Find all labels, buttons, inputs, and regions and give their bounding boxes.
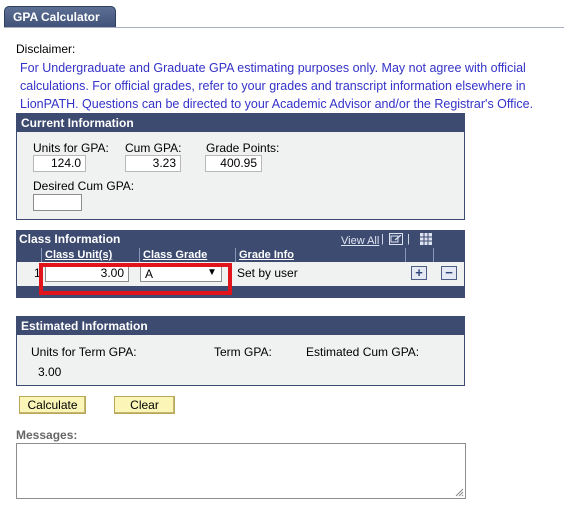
column-header-class-units[interactable]: Class Unit(s) — [41, 248, 139, 262]
column-header-row: Class Unit(s) Class Grade Grade Info — [17, 248, 464, 262]
desired-cum-gpa-label: Desired Cum GPA: — [33, 179, 135, 193]
grade-info-text: Set by user — [237, 266, 298, 280]
column-header-grade-info[interactable]: Grade Info — [235, 248, 405, 262]
disclaimer-line: LionPATH. Questions can be directed to y… — [20, 97, 534, 111]
desired-cum-gpa-input[interactable] — [33, 194, 82, 211]
view-all-link[interactable]: View All — [341, 235, 379, 247]
messages-textarea[interactable] — [16, 443, 466, 499]
disclaimer-line: calculations. For official grades, refer… — [20, 79, 526, 93]
units-for-term-gpa-value: 3.00 — [38, 365, 62, 379]
units-for-gpa-field: 124.0 — [33, 155, 86, 172]
current-information-group: Current Information Units for GPA: 124.0… — [16, 113, 465, 220]
spreadsheet-icon[interactable] — [420, 233, 432, 245]
class-information-title: Class Information — [19, 232, 121, 246]
term-gpa-label: Term GPA: — [214, 345, 272, 359]
tab-gpa-calculator[interactable]: GPA Calculator — [4, 6, 116, 28]
highlight-box — [39, 263, 232, 295]
units-for-term-gpa-label: Units for Term GPA: — [31, 345, 137, 359]
estimated-information-group: Estimated Information Units for Term GPA… — [16, 316, 465, 386]
column-header-remove — [433, 248, 465, 262]
tab-divider — [4, 27, 564, 28]
calculate-button[interactable]: Calculate — [19, 396, 86, 414]
cum-gpa-field: 3.23 — [125, 155, 181, 172]
clear-button[interactable]: Clear — [114, 396, 175, 414]
resize-handle-icon[interactable] — [455, 488, 464, 497]
current-information-header: Current Information — [17, 114, 464, 132]
disclaimer-text: For Undergraduate and Graduate GPA estim… — [20, 59, 560, 113]
grade-points-label: Grade Points: — [206, 141, 280, 155]
column-header-class-grade[interactable]: Class Grade — [139, 248, 235, 262]
cum-gpa-label: Cum GPA: — [125, 141, 182, 155]
disclaimer-title: Disclaimer: — [16, 42, 76, 56]
column-header-add — [405, 248, 433, 262]
units-for-gpa-label: Units for GPA: — [33, 141, 109, 155]
grade-points-field: 400.95 — [205, 155, 262, 172]
add-row-button[interactable]: + — [411, 266, 427, 280]
header-separator: | — [407, 233, 410, 245]
estimated-cum-gpa-label: Estimated Cum GPA: — [306, 345, 420, 359]
estimated-information-header: Estimated Information — [17, 317, 464, 335]
header-separator: | — [381, 233, 384, 245]
messages-label: Messages: — [16, 428, 78, 442]
zoom-icon[interactable] — [389, 233, 403, 245]
disclaimer-line: For Undergraduate and Graduate GPA estim… — [20, 61, 526, 75]
remove-row-button[interactable]: − — [441, 266, 457, 280]
